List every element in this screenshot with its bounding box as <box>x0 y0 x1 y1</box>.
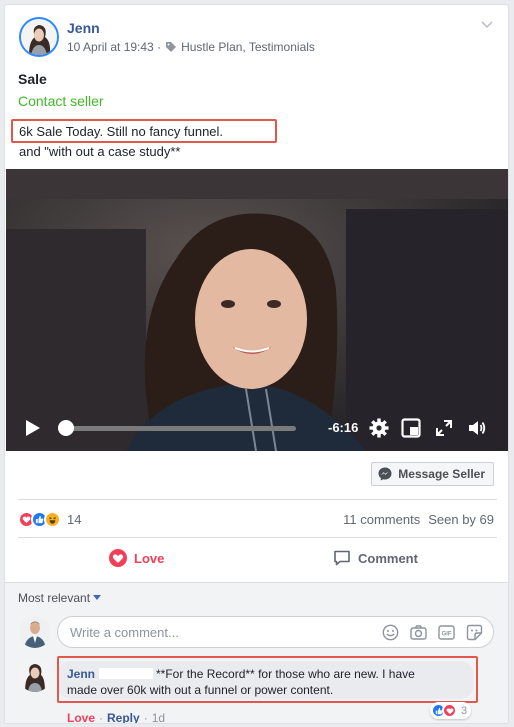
volume-icon[interactable] <box>467 418 487 438</box>
reactions-summary[interactable]: 14 <box>18 511 81 528</box>
message-seller-button[interactable]: Message Seller <box>371 462 494 486</box>
video-player[interactable]: -6:16 <box>6 169 508 451</box>
svg-text:GIF: GIF <box>442 632 452 638</box>
contact-seller-link[interactable]: Contact seller <box>18 93 104 109</box>
highlight-box-comment <box>57 656 478 703</box>
seen-by-link[interactable]: Seen by 69 <box>428 512 494 527</box>
video-time-remaining: -6:16 <box>328 420 359 435</box>
love-label: Love <box>134 550 165 566</box>
video-controls: -6:16 <box>6 405 508 451</box>
camera-icon[interactable] <box>410 624 427 641</box>
video-progress-handle[interactable] <box>57 420 74 436</box>
chevron-down-icon[interactable] <box>480 17 494 31</box>
comment-input[interactable] <box>70 625 370 640</box>
post-tags[interactable]: Hustle Plan, Testimonials <box>181 40 315 54</box>
post-card: Jenn 10 April at 19:43 · Hustle Plan, Te… <box>4 4 509 724</box>
comment-reaction-count: 3 <box>461 704 468 717</box>
message-seller-label: Message Seller <box>398 467 485 481</box>
love-reaction-button[interactable]: Love <box>109 549 164 567</box>
comment-actions: Love · Reply · 1d <box>67 711 166 724</box>
fullscreen-icon[interactable] <box>434 418 454 438</box>
haha-icon <box>44 511 61 528</box>
play-icon[interactable] <box>22 418 42 438</box>
divider <box>18 537 497 538</box>
picture-in-picture-icon[interactable] <box>401 418 421 438</box>
gif-icon[interactable]: GIF <box>438 624 455 641</box>
comment-button[interactable]: Comment <box>333 549 418 567</box>
listing-title: Sale <box>18 71 47 87</box>
author-avatar[interactable] <box>19 17 59 57</box>
caret-down-icon <box>93 595 102 600</box>
messenger-icon <box>378 467 392 481</box>
comment-label: Comment <box>358 550 418 566</box>
author-name[interactable]: Jenn <box>67 20 100 36</box>
emoji-icon[interactable] <box>382 624 399 641</box>
current-user-avatar[interactable] <box>19 616 51 648</box>
reaction-count: 14 <box>67 512 82 527</box>
love-icon <box>442 703 457 718</box>
comment-reactions[interactable]: 3 <box>430 702 472 719</box>
comment-reply-link[interactable]: Reply <box>107 711 140 723</box>
comment-composer: GIF <box>57 616 494 648</box>
post-stats: 11 comments Seen by 69 <box>343 512 494 527</box>
comments-count-link[interactable]: 11 comments <box>343 512 420 527</box>
love-icon <box>109 549 127 567</box>
video-progress-track[interactable] <box>61 426 296 431</box>
post-timestamp[interactable]: 10 April at 19:43 · <box>67 40 161 54</box>
comment-icon <box>334 550 350 566</box>
post-text-line: 6k Sale Today. Still no fancy funnel. <box>19 124 224 139</box>
sort-comments-dropdown[interactable]: Most relevant <box>18 591 102 605</box>
settings-gear-icon[interactable] <box>369 418 389 438</box>
divider <box>18 499 497 500</box>
comment-love-link[interactable]: Love <box>67 711 95 723</box>
commenter-avatar[interactable] <box>19 660 51 692</box>
post-meta: 10 April at 19:43 · Hustle Plan, Testimo… <box>67 40 315 54</box>
tag-icon <box>166 42 177 52</box>
sticker-icon[interactable] <box>466 624 483 641</box>
post-text-line: and "with out a case study** <box>19 144 181 159</box>
comment-age[interactable]: 1d <box>152 711 165 723</box>
sort-label: Most relevant <box>18 591 91 605</box>
